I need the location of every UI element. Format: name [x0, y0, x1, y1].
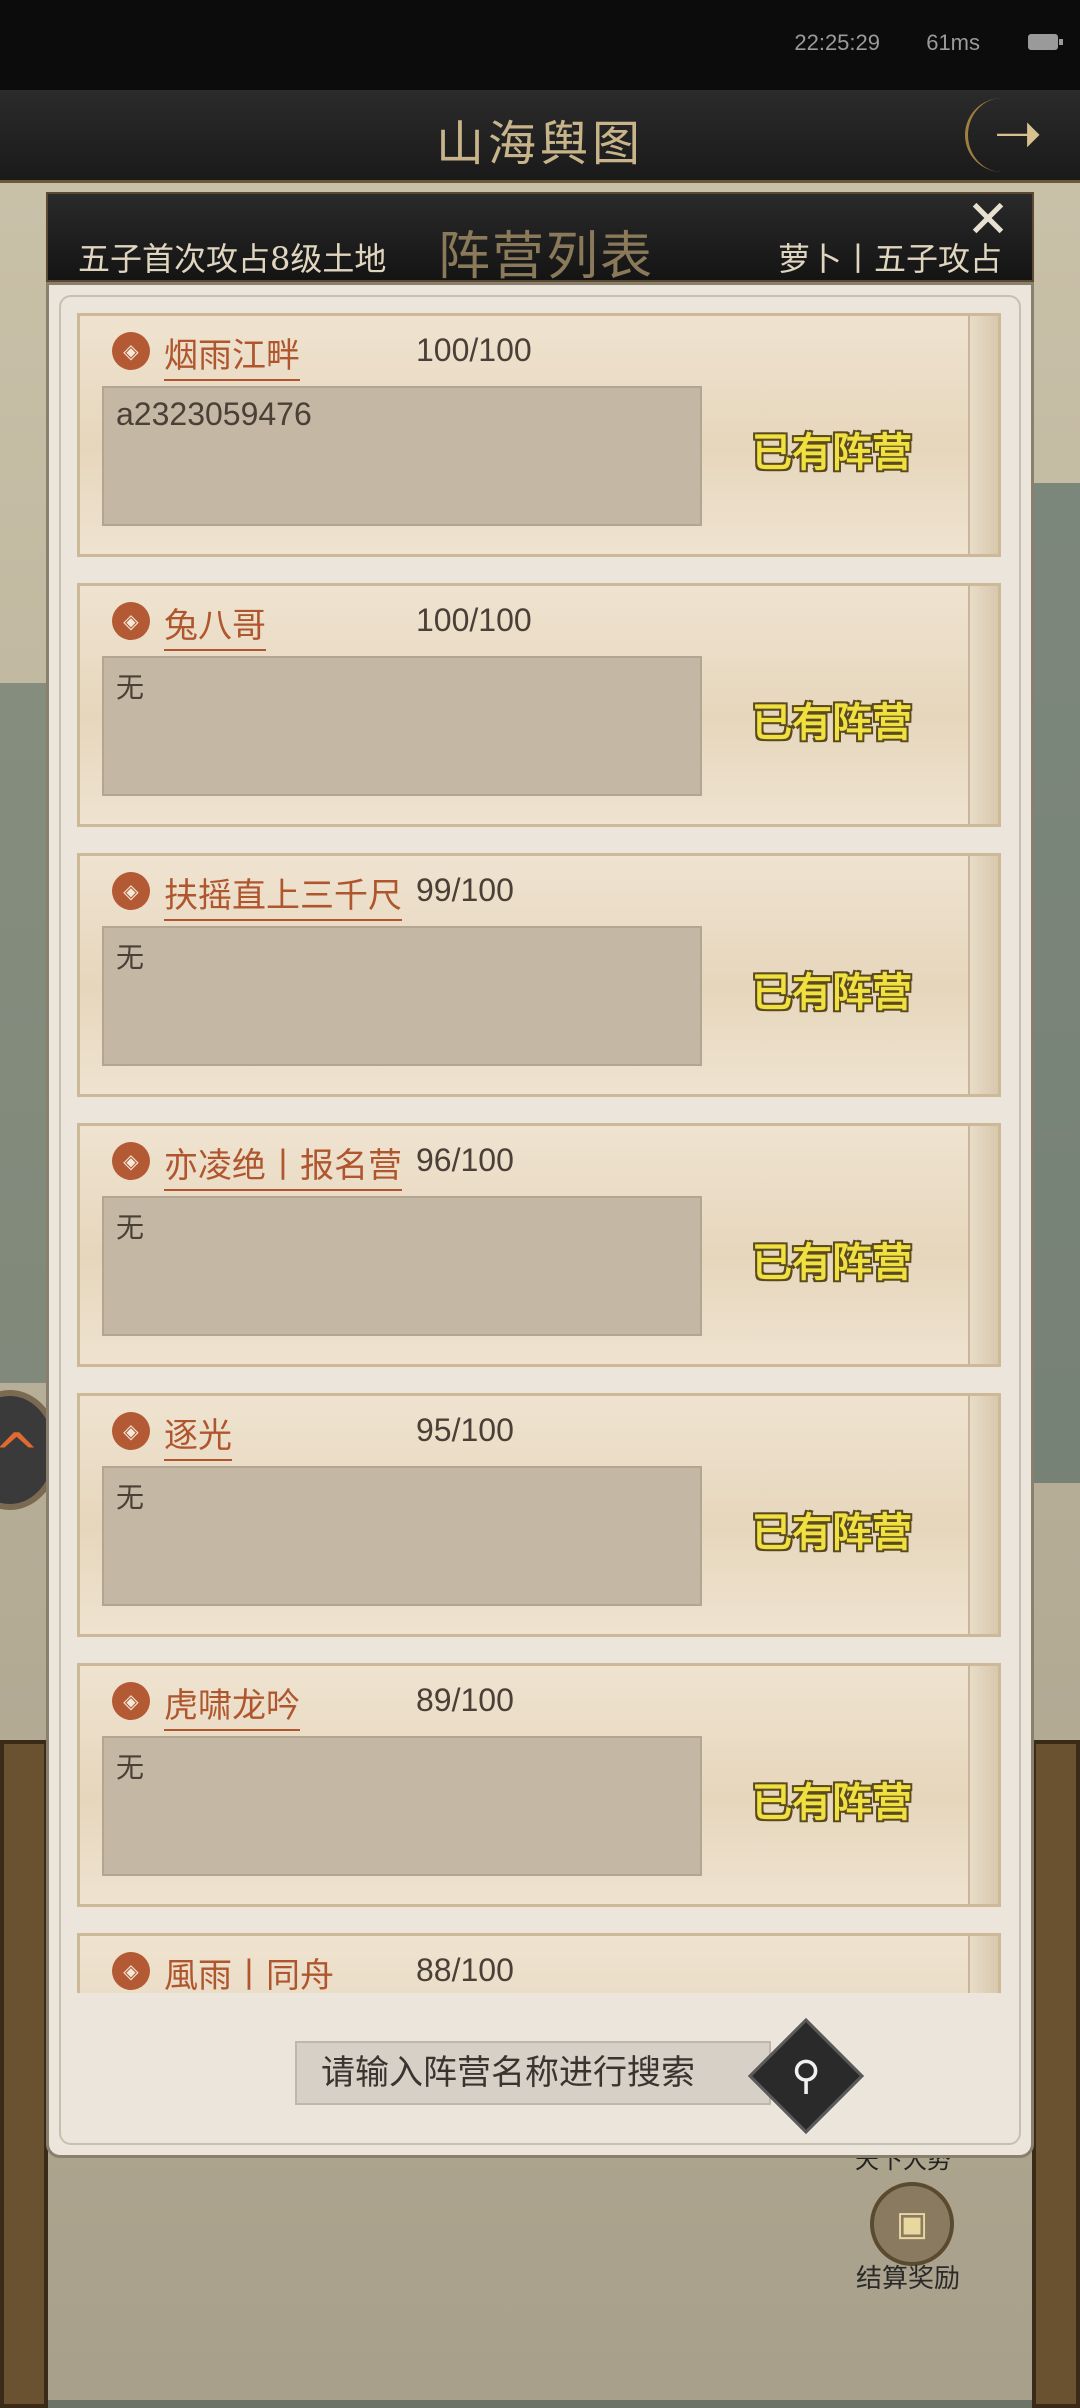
- dialog-title: 阵营列表: [438, 227, 655, 287]
- faction-member-count: 89/100: [416, 1682, 514, 1718]
- battery-icon: [1028, 34, 1063, 50]
- dialog-header: 五子首次攻占8级土地 阵营列表 萝卜丨五子攻占 ✕: [46, 190, 1034, 287]
- faction-item[interactable]: ◈ 烟雨江畔 100/100 a2323059476 已有阵营: [77, 313, 1001, 557]
- faction-list[interactable]: ◈ 烟雨江畔 100/100 a2323059476 已有阵营 ◈ 兔八哥 10…: [77, 285, 1001, 1993]
- faction-member-count: 88/100: [416, 1952, 514, 1988]
- reward-chest-icon[interactable]: ▣: [870, 2182, 954, 2266]
- faction-member-count: 99/100: [416, 872, 514, 908]
- faction-member-count: 100/100: [416, 332, 532, 368]
- item-tab: [968, 316, 998, 554]
- faction-member-count: 100/100: [416, 602, 532, 638]
- faction-status: 已有阵营: [752, 969, 912, 1016]
- faction-item[interactable]: ◈ 虎啸龙吟 89/100 无 已有阵营: [77, 1663, 1001, 1907]
- faction-description: 无: [102, 1196, 702, 1336]
- shield-icon: ◈: [112, 1412, 150, 1450]
- scroll-pillar-right: [1032, 1740, 1080, 2408]
- faction-status: 已有阵营: [752, 429, 912, 476]
- scroll-pillar-left: [0, 1740, 48, 2408]
- header-left-text: 五子首次攻占8级土地: [78, 240, 387, 278]
- shield-icon: ◈: [112, 1952, 150, 1990]
- faction-status: 已有阵营: [752, 1779, 912, 1826]
- item-tab: [968, 1936, 998, 1993]
- faction-description: a2323059476: [102, 386, 702, 526]
- status-ping: 61ms: [926, 30, 980, 55]
- shield-icon: ◈: [112, 872, 150, 910]
- search-input[interactable]: 请输入阵营名称进行搜索: [295, 2041, 771, 2105]
- faction-name[interactable]: 烟雨江畔: [164, 328, 300, 381]
- faction-description: 无: [102, 656, 702, 796]
- faction-name[interactable]: 扶摇直上三千尺: [164, 868, 402, 921]
- faction-status: 已有阵营: [752, 1509, 912, 1556]
- faction-status: 已有阵营: [752, 699, 912, 746]
- dialog-panel: ◈ 烟雨江畔 100/100 a2323059476 已有阵营 ◈ 兔八哥 10…: [46, 282, 1034, 2158]
- faction-status: 已有阵营: [752, 1239, 912, 1286]
- item-tab: [968, 586, 998, 824]
- faction-member-count: 95/100: [416, 1412, 514, 1448]
- faction-description: 无: [102, 926, 702, 1066]
- arrow-right-icon[interactable]: ➝: [965, 98, 1068, 172]
- faction-description: 无: [102, 1736, 702, 1876]
- shield-icon: ◈: [112, 602, 150, 640]
- close-icon[interactable]: ✕: [958, 190, 1018, 250]
- faction-list-dialog: 五子首次攻占8级土地 阵营列表 萝卜丨五子攻占 ✕ ◈ 烟雨江畔 100/100…: [46, 190, 1034, 2158]
- faction-item[interactable]: ◈ 扶摇直上三千尺 99/100 无 已有阵营: [77, 853, 1001, 1097]
- search-icon: ⚲: [791, 2053, 821, 2099]
- faction-name[interactable]: 逐光: [164, 1408, 232, 1461]
- faction-item[interactable]: ◈ 風雨丨同舟 88/100: [77, 1933, 1001, 1993]
- faction-item[interactable]: ◈ 亦凌绝丨报名营 96/100 无 已有阵营: [77, 1123, 1001, 1367]
- faction-name[interactable]: 兔八哥: [164, 598, 266, 651]
- mountain-decoration-left: [0, 683, 50, 1383]
- page-title: 山海舆图: [435, 116, 644, 172]
- faction-item[interactable]: ◈ 逐光 95/100 无 已有阵营: [77, 1393, 1001, 1637]
- faction-description: 无: [102, 1466, 702, 1606]
- shield-icon: ◈: [112, 1142, 150, 1180]
- shield-icon: ◈: [112, 332, 150, 370]
- status-time: 22:25:29: [794, 30, 880, 55]
- reward-label[interactable]: 结算奖励: [856, 2258, 960, 2295]
- item-tab: [968, 1666, 998, 1904]
- shield-icon: ◈: [112, 1682, 150, 1720]
- faction-name[interactable]: 虎啸龙吟: [164, 1678, 300, 1731]
- item-tab: [968, 856, 998, 1094]
- faction-name[interactable]: 亦凌绝丨报名营: [164, 1138, 402, 1191]
- faction-member-count: 96/100: [416, 1142, 514, 1178]
- status-bar: 22:25:29 61ms: [0, 0, 1080, 90]
- item-tab: [968, 1126, 998, 1364]
- item-tab: [968, 1396, 998, 1634]
- faction-name[interactable]: 風雨丨同舟: [164, 1948, 334, 1993]
- title-bar: 山海舆图 ➝: [0, 90, 1080, 183]
- faction-item[interactable]: ◈ 兔八哥 100/100 无 已有阵营: [77, 583, 1001, 827]
